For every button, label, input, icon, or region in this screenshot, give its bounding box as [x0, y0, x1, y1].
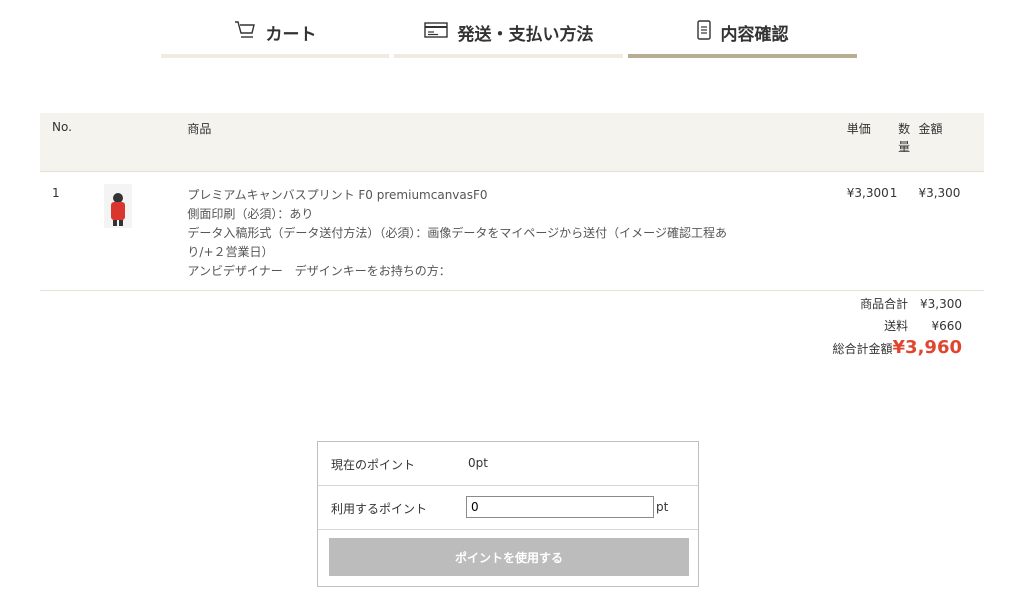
order-items-table: No. 商品 単価 数量 金額 1 プレミアムキャンバスプリント F0 prem…: [40, 113, 984, 291]
grand-total-value: ¥3,960: [892, 337, 962, 358]
points-panel: 現在のポイント 0pt 利用するポイント pt ポイントを使用する: [317, 441, 699, 587]
cart-icon: [234, 20, 256, 45]
row-no: 1: [52, 186, 60, 200]
header-thumb-spacer: [112, 113, 188, 172]
row-amount: ¥3,300: [918, 186, 961, 200]
use-points-label: 利用するポイント: [331, 502, 428, 516]
step-shipping-label: 発送・支払い方法: [457, 25, 594, 45]
step-confirm-label: 内容確認: [720, 25, 789, 45]
header-unit-price: 単価: [846, 122, 871, 136]
step-confirm-bar: [628, 54, 857, 58]
points-unit: pt: [656, 500, 669, 514]
option-design-key: アンビデザイナー デザインキーをお持ちの方：: [187, 264, 451, 278]
order-totals: 商品合計 ¥3,300 送料 ¥660 総合計金額¥3,960: [833, 293, 962, 359]
shipping-value: ¥660: [931, 319, 962, 333]
product-details: プレミアムキャンバスプリント F0 premiumcanvasF0 側面印刷（必…: [187, 172, 846, 291]
header-amount: 金額: [918, 122, 943, 136]
step-confirm: 内容確認: [628, 0, 857, 58]
table-row: 1 プレミアムキャンバスプリント F0 premiumcanvasF0 側面印刷…: [40, 171, 984, 291]
subtotal-value: ¥3,300: [920, 297, 962, 311]
use-points-button[interactable]: ポイントを使用する: [329, 538, 689, 576]
document-icon: [696, 20, 711, 45]
step-cart-label: カート: [265, 25, 317, 45]
table-header-row: No. 商品 単価 数量 金額: [40, 113, 984, 172]
option-data-format-cont: り/+２営業日）: [187, 245, 274, 259]
row-unit-price: ¥3,300: [846, 186, 889, 200]
subtotal-label: 商品合計: [860, 297, 909, 311]
product-thumbnail[interactable]: [103, 184, 132, 228]
current-points-label: 現在のポイント: [331, 458, 416, 472]
step-cart-bar: [161, 54, 389, 58]
row-qty: 1: [889, 186, 898, 200]
header-qty: 数量: [898, 122, 911, 154]
option-side-print: 側面印刷（必須）：あり: [187, 207, 314, 221]
option-data-format: データ入稿形式（データ送付方法）（必須）：画像データをマイページから送付（イメー…: [187, 226, 727, 240]
step-shipping-bar: [394, 54, 623, 58]
product-name: プレミアムキャンバスプリント F0 premiumcanvasF0: [187, 188, 488, 202]
card-icon: [423, 21, 448, 44]
current-points-value: 0pt: [468, 456, 488, 470]
header-product: 商品: [187, 122, 212, 136]
step-shipping: 発送・支払い方法: [394, 0, 623, 58]
use-points-row: 利用するポイント pt: [318, 486, 698, 530]
checkout-steps: カート 発送・支払い方法 内容確認: [161, 0, 857, 58]
step-cart: カート: [161, 0, 389, 58]
grand-total-label: 総合計金額: [832, 342, 893, 356]
header-no: No.: [52, 120, 72, 134]
use-points-input[interactable]: [466, 496, 654, 518]
current-points-row: 現在のポイント 0pt: [318, 442, 698, 486]
shipping-label: 送料: [884, 319, 909, 333]
